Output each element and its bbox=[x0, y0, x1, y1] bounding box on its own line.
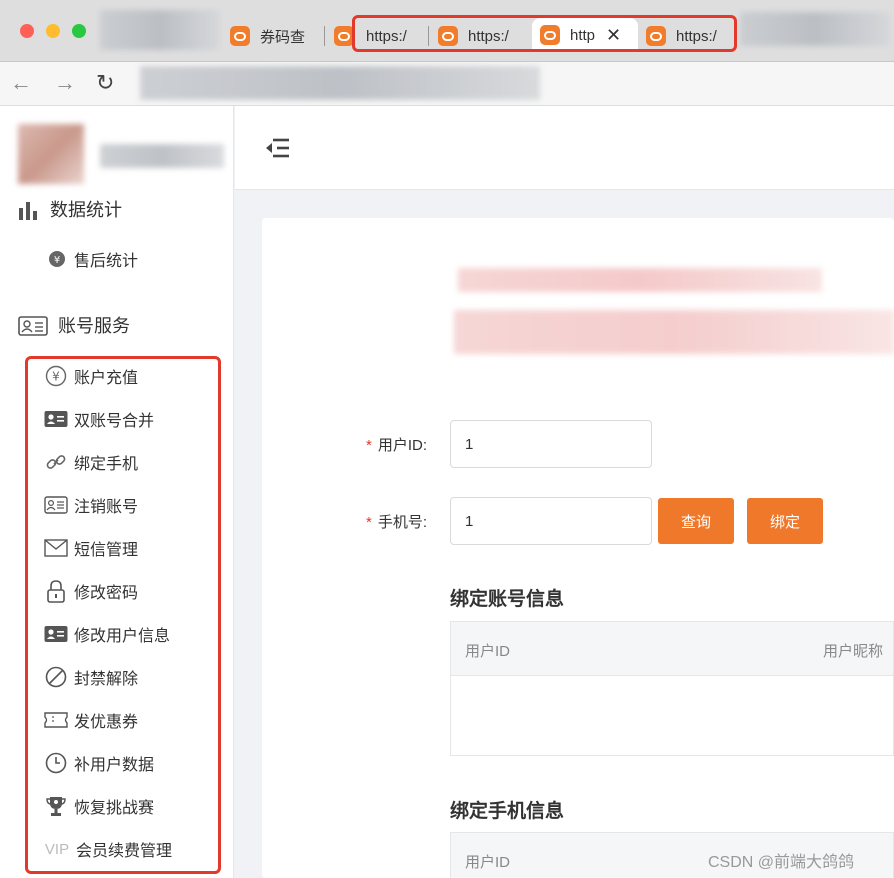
contact-card-icon bbox=[44, 622, 68, 646]
forward-arrow-icon[interactable]: → bbox=[54, 70, 76, 96]
blurred-notice-line-1 bbox=[458, 268, 822, 292]
blurred-tab bbox=[740, 12, 890, 46]
table-header-row: 用户ID 用户昵称 bbox=[451, 622, 893, 676]
id-card-outline-icon bbox=[44, 493, 68, 517]
account-info-title: 绑定账号信息 bbox=[450, 589, 565, 610]
sidebar-item-fill-user-data[interactable]: 补用户数据 bbox=[44, 749, 154, 777]
svg-text:¥: ¥ bbox=[52, 370, 60, 384]
reload-icon[interactable]: ↻ bbox=[96, 70, 114, 96]
sidebar-item-bind-phone[interactable]: 绑定手机 bbox=[44, 448, 138, 476]
phone-label: * 手机号: bbox=[366, 514, 428, 531]
lock-icon bbox=[44, 579, 68, 603]
column-header-nickname: 用户昵称 bbox=[823, 643, 884, 660]
column-header-user-id: 用户ID bbox=[465, 643, 511, 660]
sidebar-item-after-sales-stats[interactable]: ¥ 售后统计 bbox=[44, 245, 138, 273]
sidebar-item-unban[interactable]: 封禁解除 bbox=[44, 663, 138, 691]
sidebar-item-restore-challenge[interactable]: 恢复挑战赛 bbox=[44, 792, 154, 820]
id-card-icon bbox=[18, 314, 48, 336]
sidebar-item-send-coupon[interactable]: 发优惠券 bbox=[44, 706, 138, 734]
bind-button[interactable]: 绑定 bbox=[747, 498, 823, 544]
blurred-app-name bbox=[100, 144, 224, 168]
menu-collapse-icon[interactable] bbox=[263, 136, 291, 160]
main-header bbox=[235, 106, 894, 190]
yen-refund-icon: ¥ bbox=[44, 247, 68, 271]
menu-group-statistics[interactable]: 数据统计 bbox=[18, 196, 122, 222]
sidebar-item-account-recharge[interactable]: ¥ 账户充值 bbox=[44, 362, 138, 390]
blurred-tab bbox=[100, 10, 220, 50]
sidebar-item-change-password[interactable]: 修改密码 bbox=[44, 577, 138, 605]
column-header-user-id: 用户ID bbox=[465, 854, 511, 871]
phone-input[interactable] bbox=[450, 497, 652, 545]
link-icon bbox=[44, 450, 68, 474]
svg-text:¥: ¥ bbox=[54, 255, 60, 266]
sidebar-item-edit-user-info[interactable]: 修改用户信息 bbox=[44, 620, 170, 648]
query-button[interactable]: 查询 bbox=[658, 498, 734, 544]
blurred-notice-line-2 bbox=[454, 310, 894, 354]
ban-icon bbox=[44, 665, 68, 689]
sidebar-item-merge-accounts[interactable]: 双账号合并 bbox=[44, 405, 154, 433]
account-info-table: 用户ID 用户昵称 bbox=[450, 621, 894, 756]
contact-card-icon bbox=[44, 407, 68, 431]
yen-circle-icon: ¥ bbox=[44, 364, 68, 388]
user-id-label: * 用户ID: bbox=[366, 437, 428, 454]
sidebar-item-cancel-account[interactable]: 注销账号 bbox=[44, 491, 138, 519]
ticket-icon bbox=[44, 708, 68, 732]
blurred-logo bbox=[18, 124, 84, 184]
chat-favicon-icon bbox=[230, 26, 250, 46]
browser-nav-bar: ← → ↻ bbox=[0, 62, 894, 106]
close-window-button[interactable] bbox=[20, 24, 34, 38]
clock-icon bbox=[44, 751, 68, 775]
user-id-input[interactable] bbox=[450, 420, 652, 468]
chat-favicon-icon bbox=[334, 26, 354, 46]
tab-separator bbox=[324, 26, 325, 46]
menu-group-account-service[interactable]: 账号服务 bbox=[18, 312, 130, 338]
bar-chart-icon bbox=[18, 198, 40, 220]
minimize-window-button[interactable] bbox=[46, 24, 60, 38]
browser-tab-bar: 券码查 https:/ https:/ http ✕ https:/ bbox=[0, 0, 894, 62]
sidebar-item-vip-renewal[interactable]: VIP 会员续费管理 bbox=[44, 835, 172, 863]
tabs-highlight-box bbox=[352, 15, 737, 52]
watermark: CSDN @前端大鸽鸽 bbox=[708, 854, 855, 871]
vip-icon: VIP bbox=[44, 840, 70, 858]
phone-info-title: 绑定手机信息 bbox=[450, 801, 565, 822]
envelope-icon bbox=[44, 536, 68, 560]
blurred-url bbox=[140, 66, 540, 100]
content-card bbox=[262, 218, 894, 878]
tab-0[interactable]: 券码查 bbox=[230, 22, 318, 50]
trophy-icon bbox=[44, 794, 68, 818]
sidebar: 数据统计 ¥ 售后统计 账号服务 ¥ 账户充值 双账号合并 绑定手机 注销账号 … bbox=[0, 106, 234, 878]
logo bbox=[0, 106, 234, 186]
sidebar-item-sms-management[interactable]: 短信管理 bbox=[44, 534, 138, 562]
maximize-window-button[interactable] bbox=[72, 24, 86, 38]
back-arrow-icon[interactable]: ← bbox=[10, 70, 32, 96]
